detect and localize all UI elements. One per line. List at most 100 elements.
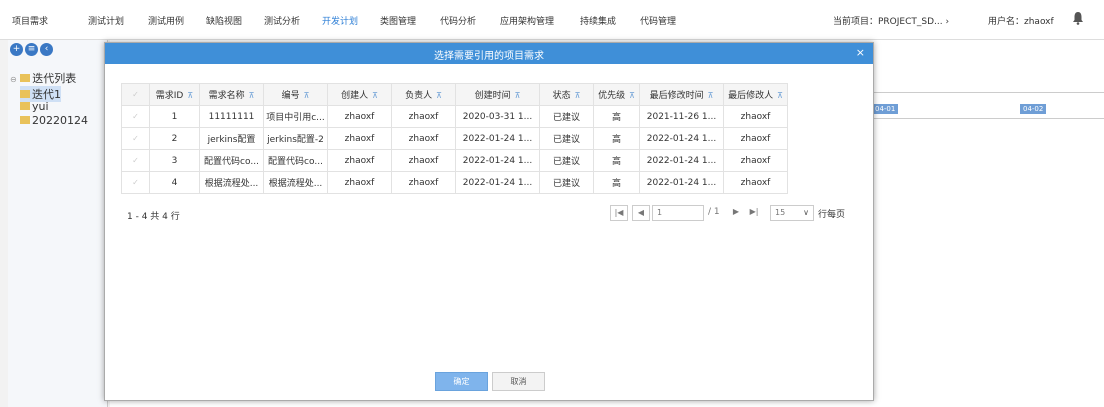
filter-icon[interactable]: ⊼ — [575, 91, 581, 100]
table-cell: 已建议 — [539, 127, 594, 150]
nav-item-requirements[interactable]: 项目需求 — [12, 14, 48, 27]
table-cell: zhaoxf — [327, 149, 392, 172]
column-header[interactable]: 负责人 ⊼ — [391, 83, 456, 106]
table-cell: 已建议 — [539, 149, 594, 172]
confirm-button[interactable]: 确定 — [435, 372, 488, 391]
filter-icon[interactable]: ⊼ — [708, 91, 714, 100]
column-header[interactable]: 最后修改人 ⊼ — [723, 83, 788, 106]
column-header[interactable]: 状态 ⊼ — [539, 83, 594, 106]
table-cell: 2 — [149, 127, 200, 150]
column-header[interactable]: 创建人 ⊼ — [327, 83, 392, 106]
filter-icon[interactable]: ⊼ — [777, 91, 783, 100]
nav-item-dev-plan[interactable]: 开发计划 — [322, 14, 358, 27]
per-page-label: 行每页 — [818, 210, 846, 220]
bell-icon[interactable] — [1072, 11, 1084, 25]
folder-icon — [20, 90, 30, 98]
current-project-selector[interactable]: 当前项目：PROJECT_SD... › — [833, 14, 949, 27]
table-cell: 高 — [593, 105, 640, 128]
chevron-down-icon: ∨ — [803, 208, 809, 217]
nav-item-class-diagram[interactable]: 类图管理 — [380, 14, 416, 27]
table-cell: 已建议 — [539, 105, 594, 128]
table-row[interactable]: ✓ 3 配置代码co... 配置代码co... zhaoxf zhaoxf 20… — [121, 149, 788, 172]
dialog-header: 选择需要引用的项目需求 × — [105, 43, 873, 64]
table-cell: zhaoxf — [391, 171, 456, 194]
cancel-button[interactable]: 取消 — [492, 372, 545, 391]
table-cell: 项目中引用c... — [263, 105, 328, 128]
nav-item-code-analysis[interactable]: 代码分析 — [440, 14, 476, 27]
top-navbar: 项目需求 测试计划 测试用例 缺陷视图 测试分析 开发计划 类图管理 代码分析 … — [0, 0, 1104, 40]
table-header-row: ✓ 需求ID ⊼ 需求名称 ⊼ 编号 ⊼ 创建人 ⊼ 负责人 ⊼ 创建时间 ⊼ 状态 ⊼ 优先… — [121, 83, 788, 106]
table-cell: 2020-03-31 1... — [455, 105, 540, 128]
filter-icon[interactable]: ⊼ — [187, 91, 193, 100]
gantt-date-label: 04-01 — [872, 104, 899, 114]
table-cell: 2022-01-24 1... — [639, 171, 724, 194]
tree-item-yui[interactable]: yui — [20, 100, 49, 113]
table-cell: zhaoxf — [723, 171, 788, 194]
table-cell: 配置代码co... — [263, 149, 328, 172]
plus-circle-icon[interactable]: + — [10, 43, 23, 56]
nav-item-test-plan[interactable]: 测试计划 — [88, 14, 124, 27]
table-cell: zhaoxf — [723, 149, 788, 172]
row-checkbox[interactable]: ✓ — [121, 149, 150, 172]
column-header[interactable]: 编号 ⊼ — [263, 83, 328, 106]
gear-circle-icon[interactable]: ≡ — [25, 43, 38, 56]
prev-page-icon[interactable]: ◀ — [632, 205, 650, 221]
table-cell: 11111111 — [199, 105, 264, 128]
column-header[interactable]: 需求ID ⊼ — [149, 83, 200, 106]
next-page-icon[interactable]: ▶ — [728, 205, 744, 221]
last-page-icon[interactable]: ▶| — [746, 205, 762, 221]
table-row[interactable]: ✓ 2 jerkins配置 jerkins配置-2 zhaoxf zhaoxf … — [121, 127, 788, 150]
table-row[interactable]: ✓ 1 11111111 项目中引用c... zhaoxf zhaoxf 202… — [121, 105, 788, 128]
first-page-icon[interactable]: |◀ — [610, 205, 628, 221]
page-size-select[interactable]: 15 ∨ — [770, 205, 814, 221]
nav-item-test-cases[interactable]: 测试用例 — [148, 14, 184, 27]
table-cell: jerkins配置-2 — [263, 127, 328, 150]
filter-icon[interactable]: ⊼ — [249, 91, 255, 100]
table-row[interactable]: ✓ 4 根据流程处... 根据流程处... zhaoxf zhaoxf 2022… — [121, 171, 788, 194]
column-header[interactable]: 优先级 ⊼ — [593, 83, 640, 106]
row-checkbox[interactable]: ✓ — [121, 171, 150, 194]
back-circle-icon[interactable]: ‹ — [40, 43, 53, 56]
folder-icon — [20, 74, 31, 82]
filter-icon[interactable]: ⊼ — [436, 91, 442, 100]
table-cell: 2022-01-24 1... — [455, 127, 540, 150]
column-header[interactable]: 创建时间 ⊼ — [455, 83, 540, 106]
select-all-checkbox[interactable]: ✓ — [121, 83, 150, 106]
page-total: / 1 — [708, 207, 720, 217]
table-cell: zhaoxf — [391, 105, 456, 128]
filter-icon[interactable]: ⊼ — [629, 91, 635, 100]
tree-root[interactable]: ⊖ 迭代列表 — [10, 70, 76, 86]
iteration-sidebar: + ≡ ‹ ⊖ 迭代列表 迭代1 yui 20220124 — [8, 40, 108, 407]
table-cell: 2022-01-24 1... — [455, 149, 540, 172]
column-header[interactable]: 最后修改时间 ⊼ — [639, 83, 724, 106]
filter-icon[interactable]: ⊼ — [304, 91, 310, 100]
table-cell: zhaoxf — [723, 105, 788, 128]
filter-icon[interactable]: ⊼ — [515, 91, 521, 100]
dialog-title: 选择需要引用的项目需求 — [434, 51, 544, 62]
table-cell: 2022-01-24 1... — [639, 149, 724, 172]
page-number-input[interactable]: 1 — [652, 205, 704, 221]
requirements-table: ✓ 需求ID ⊼ 需求名称 ⊼ 编号 ⊼ 创建人 ⊼ 负责人 ⊼ 创建时间 ⊼ 状态 ⊼ 优先… — [121, 83, 788, 194]
table-cell: zhaoxf — [327, 105, 392, 128]
table-cell: zhaoxf — [327, 127, 392, 150]
nav-item-test-analysis[interactable]: 测试分析 — [264, 14, 300, 27]
row-checkbox[interactable]: ✓ — [121, 127, 150, 150]
nav-item-ci[interactable]: 持续集成 — [580, 14, 616, 27]
tree-item-20220124[interactable]: 20220124 — [20, 114, 88, 127]
table-cell: 4 — [149, 171, 200, 194]
column-header[interactable]: 需求名称 ⊼ — [199, 83, 264, 106]
nav-item-app-architecture[interactable]: 应用架构管理 — [500, 14, 554, 27]
nav-item-code-management[interactable]: 代码管理 — [640, 14, 676, 27]
nav-item-defect-view[interactable]: 缺陷视图 — [206, 14, 242, 27]
table-cell: 3 — [149, 149, 200, 172]
username-label: 用户名：zhaoxf — [988, 17, 1054, 27]
pager-info: 1 - 4 共 4 行 — [127, 212, 180, 222]
folder-icon — [20, 116, 30, 124]
close-icon[interactable]: × — [856, 46, 865, 59]
filter-icon[interactable]: ⊼ — [372, 91, 378, 100]
table-cell: 高 — [593, 149, 640, 172]
row-checkbox[interactable]: ✓ — [121, 105, 150, 128]
collapse-icon[interactable]: ⊖ — [10, 75, 17, 84]
table-cell: 高 — [593, 127, 640, 150]
folder-icon — [20, 102, 30, 110]
